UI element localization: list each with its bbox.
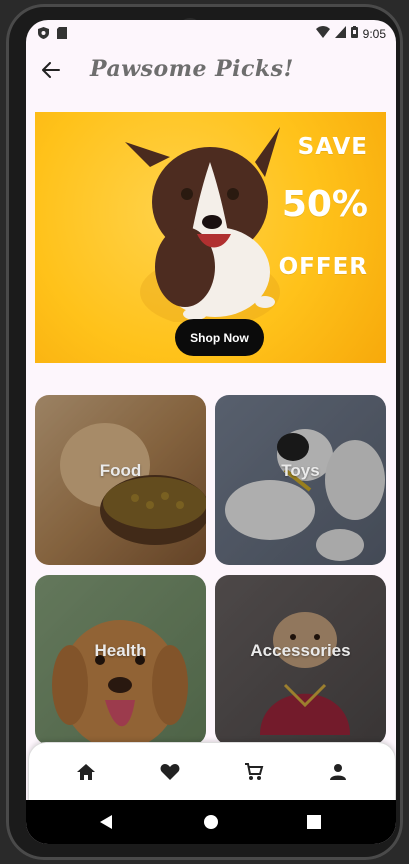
wifi-icon (315, 26, 330, 41)
profile-icon (330, 764, 346, 780)
category-card-food[interactable]: Food (35, 395, 206, 565)
nav-home[interactable] (73, 759, 99, 785)
screen: 9:05 Pawsome Picks! SAVE 50% OFFER Shop … (26, 20, 396, 844)
status-bar: 9:05 (26, 20, 396, 48)
recents-square-icon (307, 815, 321, 829)
shield-icon (38, 27, 49, 42)
category-label: Accessories (250, 641, 351, 660)
back-triangle-icon (100, 815, 112, 829)
home-icon (77, 764, 95, 780)
dog-photo (125, 127, 280, 322)
system-recents-button[interactable] (304, 812, 324, 832)
arrow-left-icon (42, 62, 60, 78)
system-home-button[interactable] (201, 812, 221, 832)
app-title: Pawsome Picks! (90, 56, 294, 82)
phone-frame: 9:05 Pawsome Picks! SAVE 50% OFFER Shop … (6, 4, 403, 860)
cart-icon (245, 763, 264, 780)
clock-time: 9:05 (362, 26, 386, 41)
favorite-icon (160, 764, 180, 780)
promo-line-offer: OFFER (278, 254, 368, 280)
category-card-accessories[interactable]: Accessories (215, 575, 386, 745)
promo-line-save: SAVE (297, 134, 368, 160)
sim-card-icon (57, 27, 67, 42)
promo-line-percent: 50% (281, 184, 368, 225)
category-label: Health (94, 641, 147, 660)
app-bar: Pawsome Picks! (26, 50, 396, 90)
nav-favorites[interactable] (157, 759, 183, 785)
category-card-health[interactable]: Health (35, 575, 206, 745)
battery-icon (350, 26, 358, 41)
bottom-nav-bar (28, 742, 396, 802)
system-back-button[interactable] (96, 812, 116, 832)
system-nav-bar (26, 800, 396, 844)
shop-now-button[interactable]: Shop Now (175, 319, 264, 356)
promo-banner[interactable]: SAVE 50% OFFER Shop Now (35, 112, 386, 363)
signal-icon (334, 26, 346, 41)
nav-cart[interactable] (241, 759, 267, 785)
category-label: Toys (281, 461, 320, 480)
nav-profile[interactable] (325, 759, 351, 785)
home-circle-icon (204, 815, 218, 829)
category-label: Food (99, 461, 142, 480)
back-button[interactable] (38, 57, 64, 83)
category-card-toys[interactable]: Toys (215, 395, 386, 565)
